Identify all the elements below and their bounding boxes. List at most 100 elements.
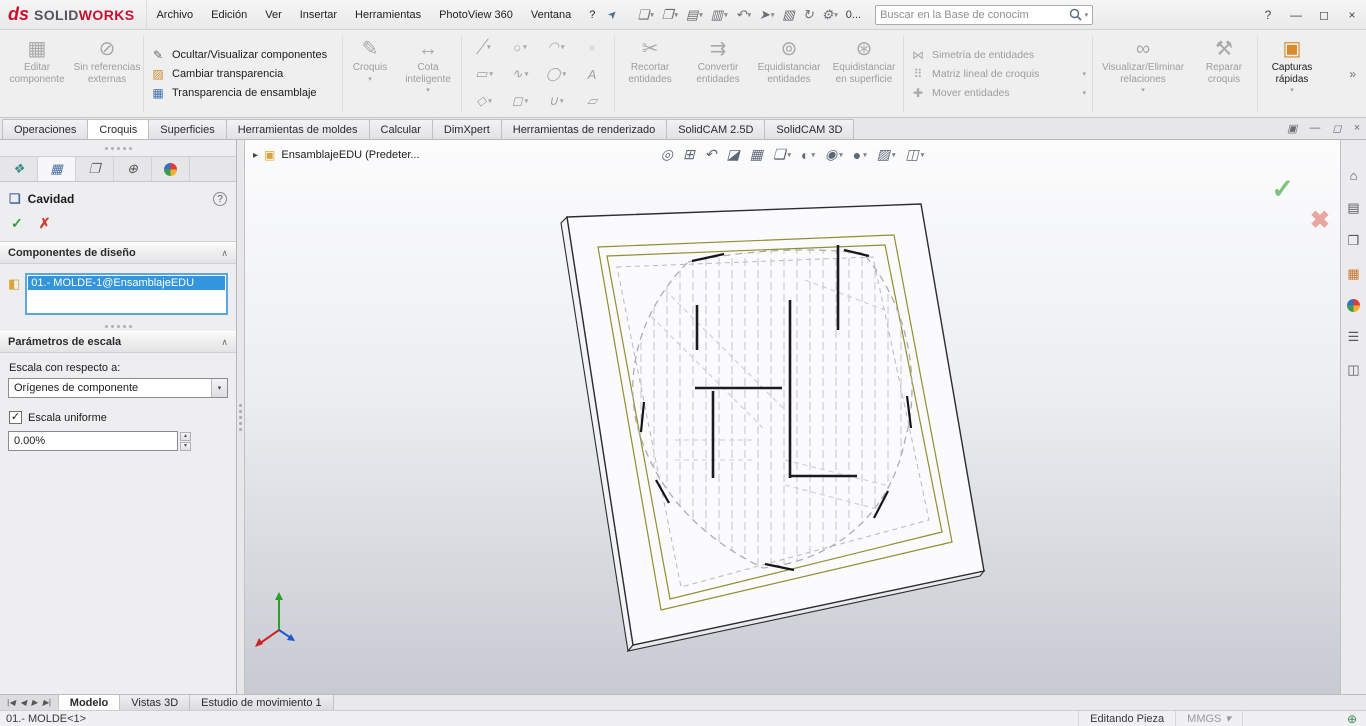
tab-croquis[interactable]: Croquis <box>87 119 150 139</box>
sketch-line-tool[interactable]: ╱ ▾ <box>466 34 502 61</box>
zoom-fit-button[interactable]: ◎ <box>661 146 673 163</box>
hide-show-items-button[interactable]: ◉ ▾ <box>825 146 843 163</box>
sketch-ellipse-tool[interactable]: ◯ ▾ <box>538 61 574 88</box>
mirror-entities-button[interactable]: ⋈ Simetría de entidades <box>910 48 1086 62</box>
sketch-arc-tool[interactable]: ◠ ▾ <box>538 34 574 61</box>
convert-entities-button[interactable]: ⇉ Convertir entidades <box>684 32 752 116</box>
sketch-button[interactable]: ✎ Croquis ▾ <box>344 32 396 116</box>
view-orientation-button[interactable]: ❏ ▾ <box>773 146 791 163</box>
sketch-extra-tool-a[interactable]: ▫ <box>574 34 610 61</box>
sketch-slot-tool[interactable]: ◻ ▾ <box>502 88 538 115</box>
save-button[interactable]: ▤ ▾ <box>682 5 707 25</box>
tab-solidcam-25d[interactable]: SolidCAM 2.5D <box>666 119 766 139</box>
scroll-next-icon[interactable]: ▶ <box>31 698 37 707</box>
toolbar-overflow-label[interactable]: 0... <box>846 9 861 21</box>
knowledge-search[interactable]: ▾ <box>875 4 1094 25</box>
apply-scene-button[interactable]: ▨ ▾ <box>877 146 896 163</box>
smart-dimension-button[interactable]: ↔ Cota inteligente ▾ <box>396 32 460 116</box>
task-pane-home-icon[interactable]: ⌂ <box>1350 168 1358 183</box>
tab-modelo[interactable]: Modelo <box>58 695 121 710</box>
repair-sketch-button[interactable]: ⚒ Reparar croquis <box>1192 32 1256 116</box>
panel-splitter-grip[interactable] <box>0 140 236 156</box>
sketch-polygon-tool[interactable]: ◇ ▾ <box>466 88 502 115</box>
options-button[interactable]: ⚙ ▾ <box>818 5 842 25</box>
menu-photoview[interactable]: PhotoView 360 <box>430 0 522 29</box>
pm-cancel-button[interactable]: ✗ <box>39 215 51 232</box>
no-external-references-button[interactable]: ⊘ Sin referencias externas <box>72 32 142 116</box>
displaymanager-tab[interactable] <box>152 157 190 181</box>
design-components-section-header[interactable]: Componentes de diseño ∧ <box>0 242 236 264</box>
tab-vistas-3d[interactable]: Vistas 3D <box>120 695 191 710</box>
search-icon[interactable] <box>1069 8 1082 21</box>
dock-icon[interactable]: ▣ <box>1287 122 1297 135</box>
hide-show-components-button[interactable]: ✎ Ocultar/Visualizar componentes <box>150 48 336 62</box>
menu-help[interactable]: ? <box>580 0 604 29</box>
sketch-fillet-tool[interactable]: ∪ ▾ <box>538 88 574 115</box>
component-selection-box[interactable]: 01.- MOLDE-1@EnsamblajeEDU <box>25 273 228 315</box>
trim-entities-button[interactable]: ✂ Recortar entidades <box>616 32 684 116</box>
display-delete-relations-button[interactable]: ∞ Visualizar/Eliminar relaciones ▾ <box>1094 32 1192 116</box>
select-button[interactable]: ➤ ▾ <box>755 5 778 25</box>
assembly-transparency-button[interactable]: ▦ Transparencia de ensamblaje <box>150 86 336 100</box>
menu-insertar[interactable]: Insertar <box>291 0 346 29</box>
offset-entities-button[interactable]: ⊚ Equidistanciar entidades <box>752 32 826 116</box>
view-settings-button[interactable]: ◫ ▾ <box>905 146 924 163</box>
confirmation-corner-cancel-button[interactable]: ✖ <box>1310 206 1330 235</box>
menu-ver[interactable]: Ver <box>256 0 291 29</box>
help-button[interactable]: ? <box>1254 8 1282 22</box>
ribbon-expand-button[interactable]: » <box>1341 67 1364 81</box>
edit-component-button[interactable]: ▦ Editar componente <box>2 32 72 116</box>
tab-herramientas-de-moldes[interactable]: Herramientas de moldes <box>225 119 370 139</box>
menu-archivo[interactable]: Archivo <box>147 0 202 29</box>
design-library-icon[interactable]: ▤ <box>1347 200 1359 216</box>
previous-view-button[interactable]: ↶ <box>705 146 717 163</box>
scroll-prev-icon[interactable]: ◀ <box>20 698 26 707</box>
offset-on-surface-button[interactable]: ⊛ Equidistanciar en superficie <box>826 32 902 116</box>
section-view-button[interactable]: ◪ <box>726 146 739 163</box>
display-pane-icon[interactable]: ◫ <box>1347 362 1359 378</box>
sketch-circle-tool[interactable]: ○ ▾ <box>502 34 538 61</box>
graphics-viewport[interactable]: ▸ ▣ EnsamblajeEDU (Predeter... ◎ ⊞ ↶ ◪ ▦… <box>245 140 1340 694</box>
tab-estudio-de-movimiento[interactable]: Estudio de movimiento 1 <box>190 695 334 710</box>
tab-calcular[interactable]: Calcular <box>368 119 433 139</box>
propertymanager-tab[interactable]: ▦ <box>38 157 76 181</box>
rebuild-button[interactable]: ↻ <box>799 5 818 25</box>
search-scope-caret-icon[interactable]: ▾ <box>1085 11 1089 19</box>
menu-herramientas[interactable]: Herramientas <box>346 0 430 29</box>
panel-viewport-splitter[interactable] <box>237 140 245 694</box>
scale-value-input[interactable] <box>9 435 177 447</box>
tab-herramientas-de-renderizado[interactable]: Herramientas de renderizado <box>500 119 668 139</box>
tab-solidcam-3d[interactable]: SolidCAM 3D <box>764 119 855 139</box>
tab-dimxpert[interactable]: DimXpert <box>431 119 502 139</box>
display-style-button[interactable]: ◐ ▾ <box>801 147 815 163</box>
menu-edicion[interactable]: Edición <box>202 0 256 29</box>
clipboard-button[interactable]: ▧ <box>778 5 798 25</box>
sketch-text-tool[interactable]: A <box>574 61 610 88</box>
featuremanager-tab[interactable]: ❖ <box>0 157 38 181</box>
print-button[interactable]: ▥ ▾ <box>707 5 732 25</box>
tab-operaciones[interactable]: Operaciones <box>2 119 89 139</box>
tab-superficies[interactable]: Superficies <box>148 119 227 139</box>
close-button[interactable]: × <box>1338 8 1366 22</box>
undo-button[interactable]: ↶ ▾ <box>732 5 755 25</box>
move-entities-button[interactable]: ✚ Mover entidades ▾ <box>910 86 1086 100</box>
uniform-scale-checkbox[interactable]: ✓ <box>9 411 22 424</box>
annotation-views-button[interactable]: ▦ <box>750 146 763 163</box>
confirmation-corner-ok-button[interactable]: ✓ <box>1271 174 1294 205</box>
model-3d-view[interactable] <box>245 140 1340 694</box>
doc-close-icon[interactable]: × <box>1354 122 1360 135</box>
minimize-button[interactable]: — <box>1282 8 1310 22</box>
flyout-tree-arrow-icon[interactable]: ▸ <box>253 150 258 161</box>
configurationmanager-tab[interactable]: ❐ <box>76 157 114 181</box>
new-document-button[interactable]: ❏ ▾ <box>634 5 658 25</box>
change-transparency-button[interactable]: ▨ Cambiar transparencia <box>150 67 336 81</box>
scale-about-dropdown[interactable]: Orígenes de componente ▾ <box>8 378 228 398</box>
pushpin-icon[interactable]: ➤ <box>605 7 621 23</box>
spin-up-icon[interactable]: ▴ <box>180 431 192 441</box>
custom-properties-icon[interactable]: ☰ <box>1348 329 1360 345</box>
selected-component-item[interactable]: 01.- MOLDE-1@EnsamblajeEDU <box>28 276 225 290</box>
breadcrumb-label[interactable]: EnsamblajeEDU (Predeter... <box>281 149 419 161</box>
sketch-rectangle-tool[interactable]: ▭ ▾ <box>466 61 502 88</box>
file-explorer-icon[interactable]: ❒ <box>1348 233 1360 249</box>
scroll-first-icon[interactable]: |◀ <box>7 698 15 707</box>
